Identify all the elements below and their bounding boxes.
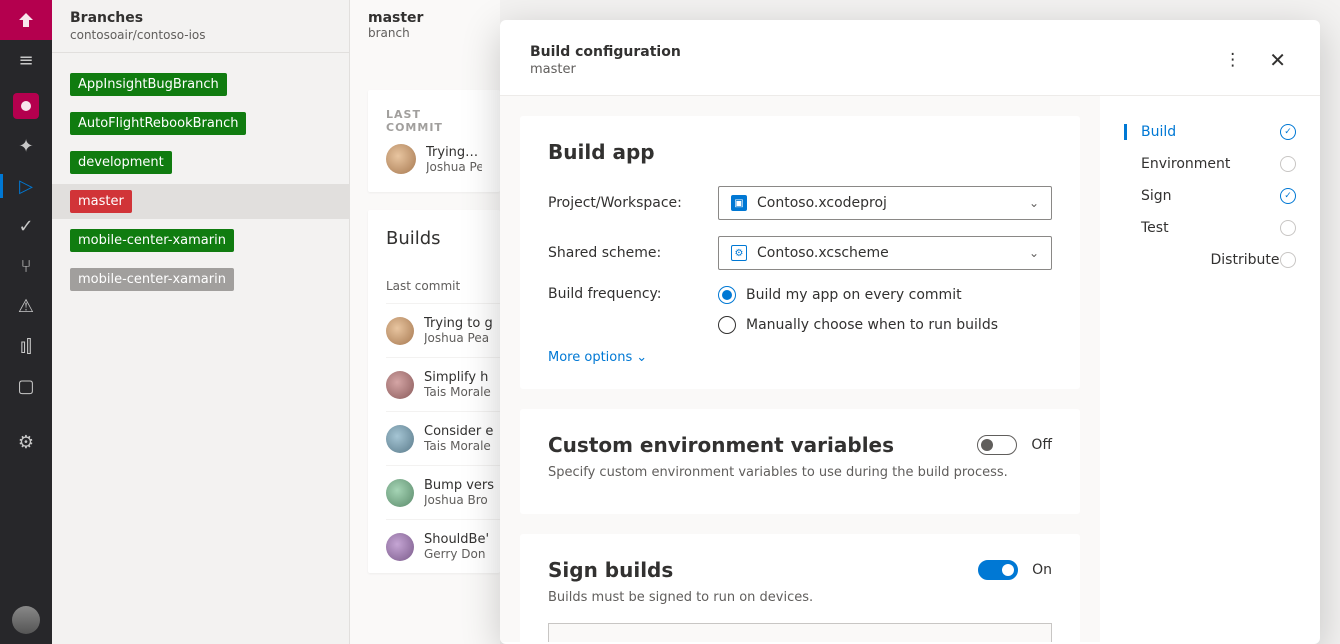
panel-title: Build configuration xyxy=(530,44,681,60)
sign-toggle-label: On xyxy=(1032,562,1052,578)
freq-manual[interactable]: Manually choose when to run builds xyxy=(718,316,1052,334)
branch-label: branch xyxy=(368,26,482,40)
freq-every-commit[interactable]: Build my app on every commit xyxy=(718,286,1052,304)
env-desc: Specify custom environment variables to … xyxy=(548,465,1052,480)
panel-steps: Build Environment Sign Test Distribute xyxy=(1100,96,1320,642)
check-icon xyxy=(1280,124,1296,140)
branches-pane: Branches contosoair/contoso-ios AppInsig… xyxy=(52,0,350,644)
env-heading: Custom environment variables xyxy=(548,433,963,457)
xcode-icon: ▣ xyxy=(731,195,747,211)
chevron-down-icon: ⌄ xyxy=(1029,246,1039,260)
rail-distribute[interactable]: ⑂ xyxy=(0,246,52,286)
step-distribute[interactable]: Distribute xyxy=(1124,244,1296,276)
scheme-label: Shared scheme: xyxy=(548,245,718,261)
build-row[interactable]: Simplify hTais Morale xyxy=(386,357,500,411)
menu-toggle[interactable]: ≡ xyxy=(0,40,52,80)
env-toggle-label: Off xyxy=(1031,437,1052,453)
project-dropdown[interactable]: ▣ Contoso.xcodeproj ⌄ xyxy=(718,186,1052,220)
build-row[interactable]: Consider eTais Morale xyxy=(386,411,500,465)
build-app-heading: Build app xyxy=(548,140,1052,164)
branch-item[interactable]: mobile-center-xamarin xyxy=(70,229,234,252)
chevron-down-icon: ⌄ xyxy=(1029,196,1039,210)
build-app-section: Build app Project/Workspace: ▣ Contoso.x… xyxy=(520,116,1080,389)
branch-item[interactable]: mobile-center-xamarin xyxy=(70,268,234,291)
rail-build[interactable]: ▷ xyxy=(0,166,52,206)
branch-item-master[interactable]: master xyxy=(70,190,132,213)
check-icon xyxy=(1280,188,1296,204)
rail-test[interactable]: ✓ xyxy=(0,206,52,246)
build-row[interactable]: Bump versJoshua Bro xyxy=(386,465,500,519)
build-config-panel: Build configuration master ⋮ ✕ Build app… xyxy=(500,20,1320,644)
repo-name: contosoair/contoso-ios xyxy=(70,28,331,42)
branch-item[interactable]: AppInsightBugBranch xyxy=(70,73,227,96)
build-row[interactable]: Trying to gJoshua Pea xyxy=(386,303,500,357)
step-environment[interactable]: Environment xyxy=(1124,148,1296,180)
radio-icon xyxy=(718,316,736,334)
builds-subheading: Last commit xyxy=(386,279,500,293)
chevron-down-icon: ⌄ xyxy=(636,350,647,365)
commit-avatar xyxy=(386,144,416,174)
build-row[interactable]: ShouldBe'Gerry Don xyxy=(386,519,500,573)
project-label: Project/Workspace: xyxy=(548,195,718,211)
branches-title: Branches xyxy=(70,10,331,26)
rail-push[interactable]: ▢ xyxy=(0,366,52,406)
rail-settings[interactable]: ⚙ xyxy=(0,422,52,462)
status-icon xyxy=(1280,156,1296,172)
radio-icon xyxy=(718,286,736,304)
builds-heading: Builds xyxy=(386,228,500,249)
sign-toggle[interactable] xyxy=(978,560,1018,580)
more-options-link[interactable]: More options ⌄ xyxy=(548,350,1052,365)
user-avatar[interactable] xyxy=(12,606,40,634)
sign-desc: Builds must be signed to run on devices. xyxy=(548,590,1052,605)
more-icon[interactable]: ⋮ xyxy=(1220,46,1245,74)
rail-analytics[interactable]: ⫾⫿ xyxy=(0,326,52,366)
sign-section: Sign builds On Builds must be signed to … xyxy=(520,534,1080,642)
brand-logo[interactable] xyxy=(0,0,52,40)
step-build[interactable]: Build xyxy=(1124,116,1296,148)
panel-branch: master xyxy=(530,62,681,77)
branch-item[interactable]: development xyxy=(70,151,172,174)
branch-item[interactable]: AutoFlightRebookBranch xyxy=(70,112,246,135)
env-section: Custom environment variables Off Specify… xyxy=(520,409,1080,514)
env-toggle[interactable] xyxy=(977,435,1017,455)
rail-getting-started[interactable]: ✦ xyxy=(0,126,52,166)
nav-rail: ≡ ✦ ▷ ✓ ⑂ ⚠ ⫾⫿ ▢ ⚙ xyxy=(0,0,52,644)
sign-heading: Sign builds xyxy=(548,558,964,582)
branch-detail-pane: master branch LAST COMMIT Trying to g Jo… xyxy=(350,0,500,644)
frequency-label: Build frequency: xyxy=(548,286,718,302)
provisioning-box[interactable]: ⚙ Provisioning profile: xyxy=(548,623,1052,642)
rail-crashes[interactable]: ⚠ xyxy=(0,286,52,326)
status-icon xyxy=(1280,252,1296,268)
app-icon[interactable] xyxy=(0,86,52,126)
last-commit-label: LAST COMMIT xyxy=(386,108,482,134)
branch-name: master xyxy=(368,10,482,26)
step-sign[interactable]: Sign xyxy=(1124,180,1296,212)
step-test[interactable]: Test xyxy=(1124,212,1296,244)
scheme-icon: ⚙ xyxy=(731,245,747,261)
last-commit[interactable]: Trying to g Joshua Pea xyxy=(386,144,482,174)
close-icon[interactable]: ✕ xyxy=(1265,44,1290,76)
status-icon xyxy=(1280,220,1296,236)
scheme-dropdown[interactable]: ⚙ Contoso.xcscheme ⌄ xyxy=(718,236,1052,270)
